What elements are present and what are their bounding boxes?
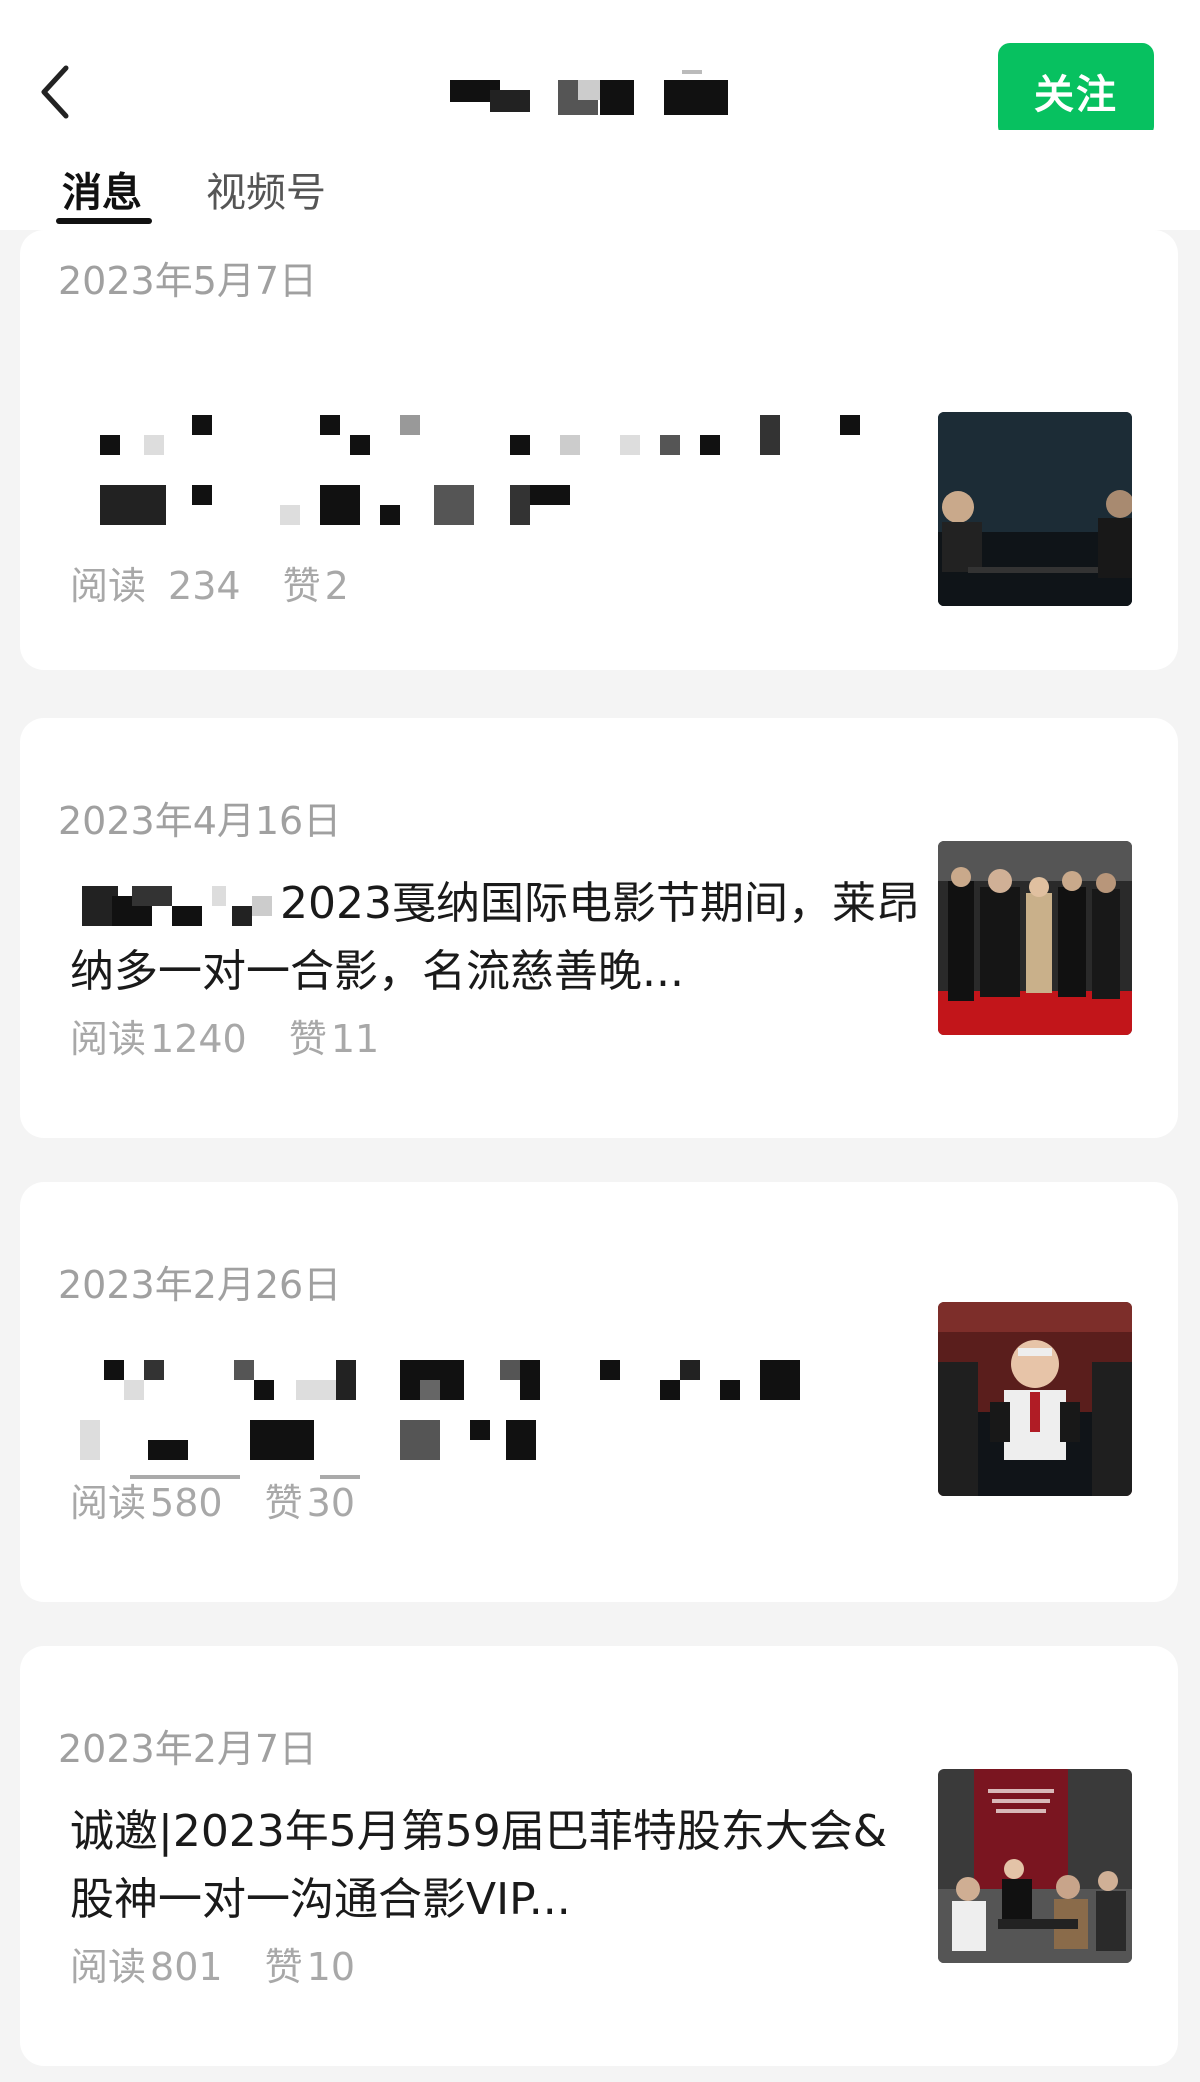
- read-count: 801: [150, 1945, 223, 1989]
- like-count: 11: [330, 1017, 380, 1061]
- post-card[interactable]: 2023年2月26日 阅读 580 赞 30: [20, 1182, 1178, 1602]
- post-date: 2023年4月16日: [58, 799, 342, 843]
- post-title-redacted: [100, 415, 860, 525]
- read-label: 阅读: [70, 1481, 147, 1525]
- read-label: 阅读: [70, 1945, 147, 1989]
- post-card[interactable]: 2023年4月16日 2023戛纳国际电影节期间，莱昂纳多一对一合影，名流慈善晚…: [20, 718, 1178, 1138]
- post-thumbnail[interactable]: [938, 841, 1132, 1035]
- post-date: 2023年2月7日: [58, 1727, 318, 1771]
- tab-bar: 消息 视频号: [0, 130, 1200, 230]
- active-tab-indicator: [56, 218, 152, 224]
- like-label: 赞: [264, 1945, 303, 1989]
- post-thumbnail[interactable]: [938, 1302, 1132, 1496]
- top-bar: 关注: [0, 0, 1200, 138]
- post-card[interactable]: 2023年2月7日 诚邀|2023年5月第59届巴菲特股东大会&股神一对一沟通合…: [20, 1646, 1178, 2066]
- account-name-redacted: [450, 70, 728, 115]
- like-count: 2: [324, 564, 349, 608]
- read-count: 580: [150, 1481, 223, 1525]
- read-label: 阅读: [70, 564, 147, 608]
- thumbnail-image: [938, 1769, 1132, 1963]
- post-date: 2023年2月26日: [58, 1263, 342, 1307]
- post-stats: 阅读 1240 赞 11: [70, 1008, 401, 1063]
- post-date: 2023年5月7日: [58, 259, 318, 303]
- post-thumbnail[interactable]: [938, 1769, 1132, 1963]
- like-count: 10: [306, 1945, 356, 1989]
- like-count: 30: [306, 1481, 356, 1525]
- post-card[interactable]: 2023年5月7日 阅读 234 赞2: [20, 230, 1178, 670]
- like-label: 赞: [264, 1481, 303, 1525]
- like-label: 赞: [288, 1017, 327, 1061]
- post-title: 2023戛纳国际电影节期间，莱昂纳多一对一合影，名流慈善晚...: [70, 878, 920, 997]
- tab-messages[interactable]: 消息: [62, 160, 142, 218]
- post-stats: 阅读 234 赞2: [70, 555, 371, 610]
- follow-button[interactable]: 关注: [998, 43, 1154, 138]
- chevron-left-icon: [41, 65, 69, 119]
- read-count: 234: [168, 564, 241, 608]
- post-thumbnail[interactable]: [938, 412, 1132, 606]
- tab-channels[interactable]: 视频号: [206, 160, 326, 218]
- post-title: 诚邀|2023年5月第59届巴菲特股东大会&股神一对一沟通合影VIP...: [70, 1806, 888, 1925]
- post-stats: 阅读 580 赞 30: [70, 1472, 377, 1527]
- read-count: 1240: [150, 1017, 247, 1061]
- back-button[interactable]: [30, 62, 80, 122]
- thumbnail-image: [938, 412, 1132, 606]
- read-label: 阅读: [70, 1017, 147, 1061]
- like-label: 赞: [282, 564, 321, 608]
- thumbnail-image: [938, 1302, 1132, 1496]
- post-stats: 阅读 801 赞 10: [70, 1936, 377, 1991]
- thumbnail-image: [938, 841, 1132, 1035]
